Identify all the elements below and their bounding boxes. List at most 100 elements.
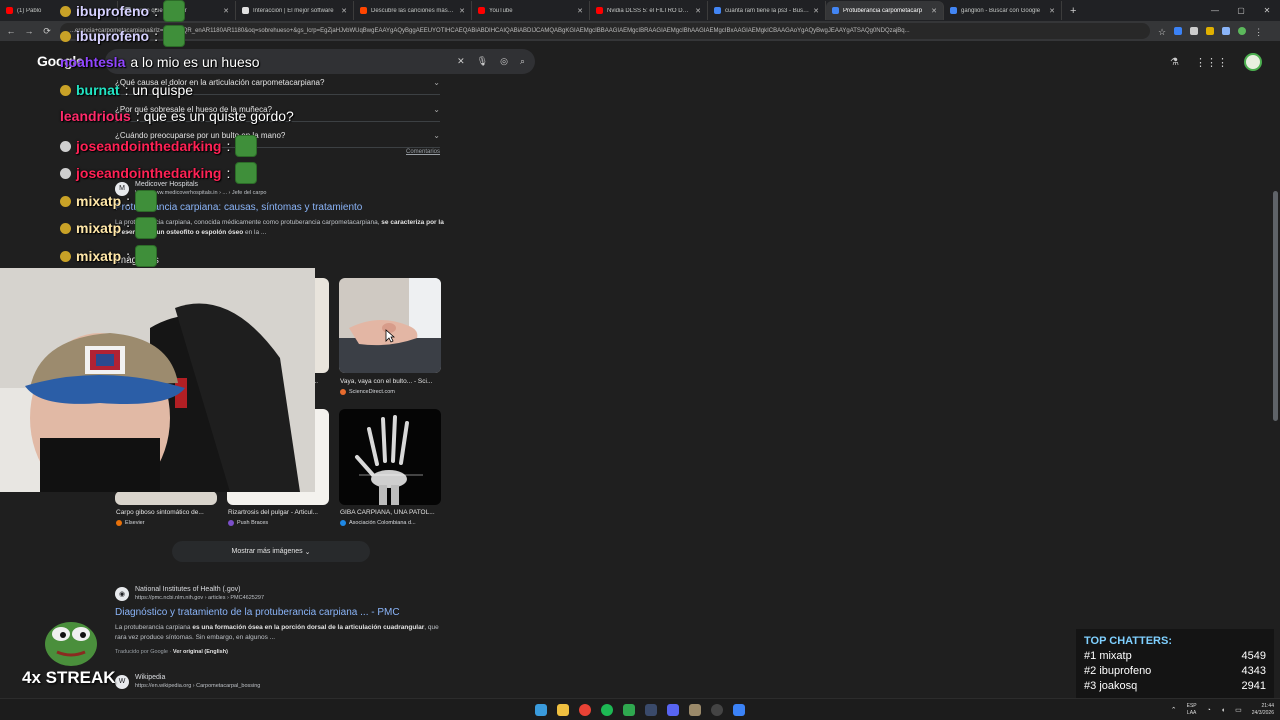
extension-icon[interactable] (1190, 27, 1199, 35)
tab-close-icon[interactable]: ✕ (459, 7, 465, 15)
mic-icon[interactable]: 🎙 (477, 56, 488, 67)
pepe-emote-icon (235, 135, 258, 157)
new-tab-button[interactable]: + (1070, 5, 1076, 17)
volume-icon[interactable]: ◖ (1221, 707, 1225, 714)
profile-icon[interactable] (1238, 27, 1247, 35)
spotify-icon[interactable] (601, 703, 613, 716)
chat-message: burnat: un quispe (60, 82, 193, 98)
extension-icon[interactable] (1222, 27, 1231, 35)
tab-title: Descubre las canciones más es (371, 7, 456, 14)
bookmark-star-icon[interactable]: ☆ (1158, 27, 1166, 37)
source-favicon (116, 520, 122, 526)
chrome-icon[interactable] (579, 703, 591, 716)
menu-icon[interactable]: ⋮ (1254, 27, 1263, 37)
result-site-name: Wikipedia (135, 674, 166, 681)
tab-close-icon[interactable]: ✕ (341, 7, 347, 15)
chat-badge-icon (60, 84, 71, 96)
app-icon[interactable] (623, 703, 635, 716)
clear-icon[interactable]: ✕ (457, 56, 465, 67)
image-caption[interactable]: Vaya, vaya con el bulto... - Sci... (340, 378, 442, 385)
chat-text: : (154, 28, 158, 44)
file-explorer-icon[interactable] (557, 703, 569, 716)
browser-tab[interactable]: Protuberancia carpometacarp ✕ (826, 1, 944, 20)
tab-close-icon[interactable]: ✕ (223, 7, 229, 15)
chat-badge-icon (60, 195, 71, 207)
discord-icon[interactable] (667, 703, 679, 716)
tab-close-icon[interactable]: ✕ (813, 7, 819, 15)
image-source[interactable]: Asociación Colombiana d... (340, 520, 442, 526)
tab-favicon (360, 7, 367, 14)
close-window-button[interactable]: ✕ (1254, 6, 1280, 15)
app-icon[interactable] (733, 703, 745, 716)
forward-icon[interactable]: → (24, 26, 34, 36)
labs-icon[interactable]: ⚗ (1170, 57, 1179, 68)
maximize-button[interactable]: ▢ (1228, 6, 1254, 15)
lens-icon[interactable]: ◎ (500, 56, 508, 67)
image-source[interactable]: Push Braces (228, 520, 330, 526)
image-result-thumb[interactable] (115, 491, 217, 505)
top-chatters-panel: TOP CHATTERS: #1 mixatp 4549 #2 ibuprofen… (1076, 629, 1274, 709)
image-result-thumb[interactable] (339, 278, 441, 373)
browser-tab[interactable]: Interacción | El mejor software ✕ (236, 1, 354, 20)
wifi-icon[interactable]: ◔ (1207, 707, 1211, 714)
account-avatar[interactable] (1244, 53, 1262, 71)
tab-close-icon[interactable]: ✕ (577, 7, 583, 15)
chat-username: mixatp (76, 193, 122, 209)
chat-text: : un quispe (124, 82, 194, 98)
extension-icon[interactable] (1206, 27, 1215, 35)
image-source[interactable]: Elsevier (116, 520, 218, 526)
browser-tab[interactable]: Nvidia DLSS 5: el FILTRO DE IA ✕ (590, 1, 708, 20)
browser-tab[interactable]: ganglión - Buscar con Google ✕ (944, 1, 1062, 20)
clock[interactable]: 21:44 24/3/2026 (1252, 703, 1274, 717)
chat-message: ibuprofeno: (60, 25, 185, 47)
minimize-button[interactable]: — (1202, 6, 1228, 15)
feedback-link[interactable]: Comentarios (406, 149, 440, 155)
app-icon[interactable] (689, 703, 701, 716)
search-result: M Medicover Hospitals https://www.medico… (115, 180, 445, 238)
browser-tab[interactable]: Descubre las canciones más es ✕ (354, 1, 472, 20)
chat-text: : (226, 165, 231, 181)
browser-tab[interactable]: cuanta ram tiene la ps3 - Busca ✕ (708, 1, 826, 20)
address-bar[interactable]: ...erancia+carpometacarpiana&rlz=1C1RXQR… (60, 23, 1150, 39)
language-indicator[interactable]: ESP LAA (1187, 703, 1197, 717)
search-icon[interactable]: ⌕ (520, 56, 525, 67)
mouse-cursor-icon (385, 329, 396, 348)
extension-icon[interactable] (1174, 27, 1183, 35)
back-icon[interactable]: ← (6, 26, 16, 36)
chat-text: : (154, 3, 158, 19)
apps-grid-icon[interactable]: ⋮⋮⋮ (1195, 56, 1228, 69)
image-source[interactable]: ScienceDirect.com (340, 389, 442, 395)
result-url[interactable]: https://pmc.ncbi.nlm.nih.gov › articles … (135, 594, 264, 602)
steam-icon[interactable] (645, 703, 657, 716)
image-caption[interactable]: GIBA CARPIANA, UNA PATOL... (340, 509, 442, 516)
chat-badge-icon (60, 140, 71, 152)
chat-message: joseandointhedarking: (60, 135, 258, 157)
chevron-down-icon: ⌄ (433, 77, 440, 87)
reload-icon[interactable]: ⟳ (42, 26, 52, 37)
pepe-emote-icon (235, 162, 258, 184)
system-tray: ⌃ ESP LAA ◔ ◖ ▭ 21:44 24/3/2026 (1171, 699, 1274, 720)
source-favicon (340, 389, 346, 395)
image-caption[interactable]: Rizartrosis del pulgar - Articul... (228, 509, 330, 516)
chevron-up-icon[interactable]: ⌃ (1171, 706, 1177, 714)
browser-tab[interactable]: YouTube ✕ (472, 1, 590, 20)
result-url[interactable]: https://en.wikipedia.org › Carpometacarp… (135, 682, 260, 690)
more-images-button[interactable]: Mostrar más imágenes ⌄ (172, 541, 370, 562)
image-result-thumb[interactable] (339, 409, 441, 505)
view-original-link[interactable]: Ver original (English) (173, 649, 228, 655)
tab-close-icon[interactable]: ✕ (1049, 7, 1055, 15)
tab-title: Nvidia DLSS 5: el FILTRO DE IA (607, 7, 692, 14)
image-caption[interactable]: Carpo giboso sintomático de... (116, 509, 218, 516)
windows-start-icon[interactable] (535, 703, 547, 716)
tab-close-icon[interactable]: ✕ (695, 7, 701, 15)
obs-icon[interactable] (711, 703, 723, 716)
page-scrollbar[interactable] (1273, 191, 1278, 421)
battery-icon[interactable]: ▭ (1235, 706, 1242, 714)
result-title-link[interactable]: Diagnóstico y tratamiento de la protuber… (115, 607, 445, 619)
result-title-link[interactable]: Protuberancia carpiana: causas, síntomas… (115, 202, 445, 214)
tab-favicon (478, 7, 485, 14)
chat-message: noahtesla a lo mio es un hueso (60, 54, 260, 70)
chat-username: burnat (76, 82, 120, 98)
windows-taskbar: ⌃ ESP LAA ◔ ◖ ▭ 21:44 24/3/2026 (0, 698, 1280, 720)
tab-close-icon[interactable]: ✕ (931, 7, 937, 15)
